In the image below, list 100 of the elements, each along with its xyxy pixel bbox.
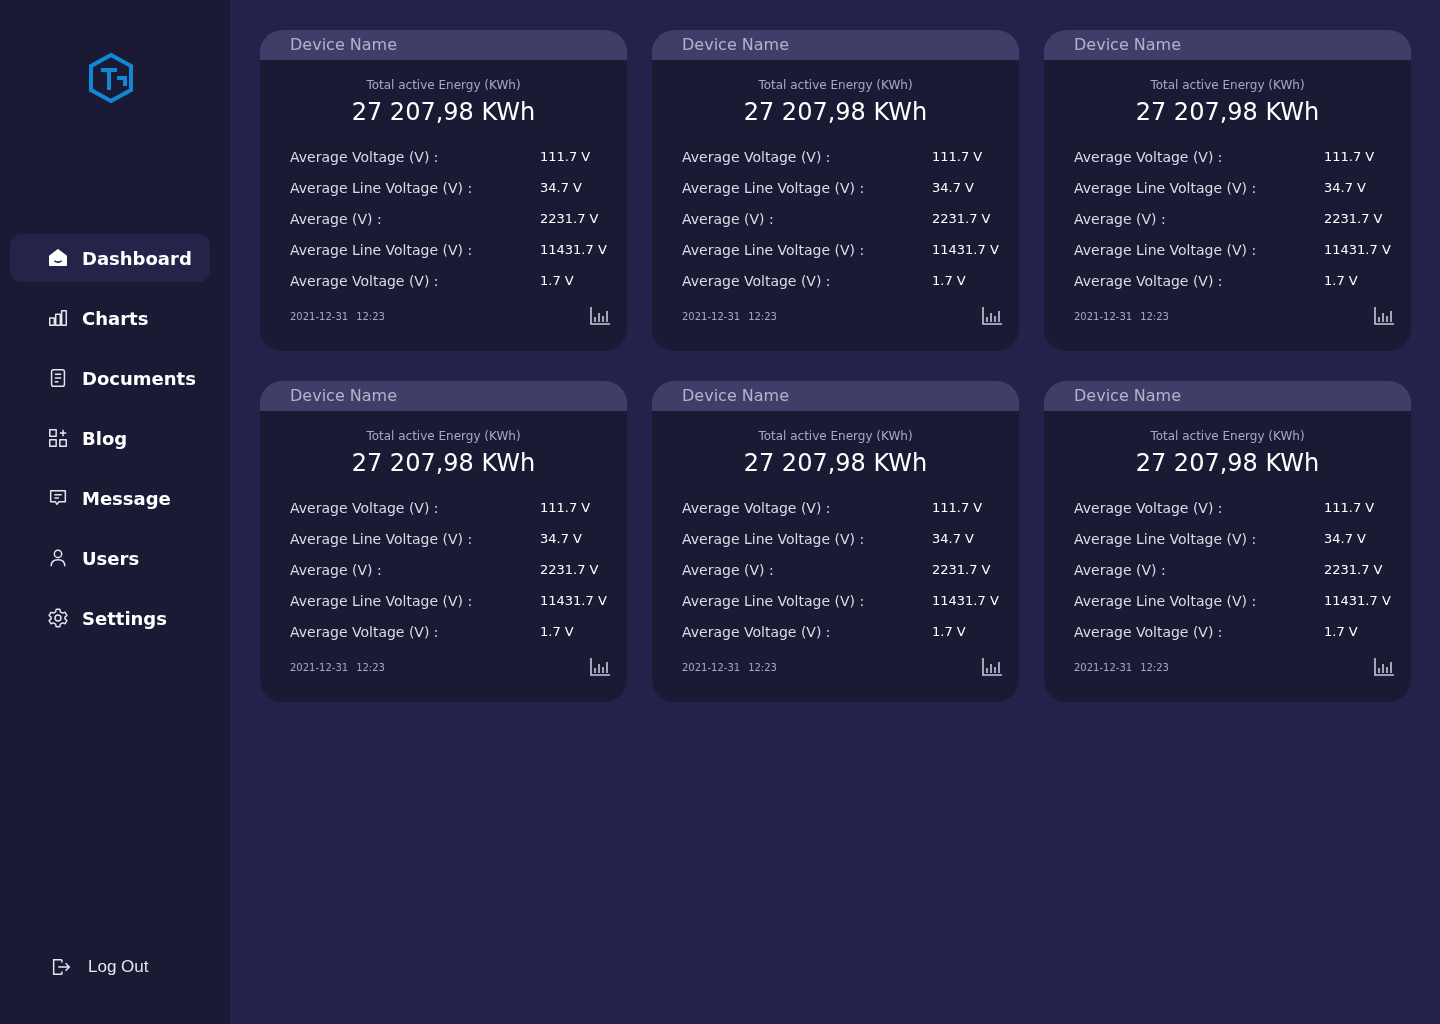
bar-chart-icon[interactable] bbox=[1374, 307, 1394, 325]
metric-label: Average Line Voltage (V) : bbox=[682, 179, 866, 196]
card-header: Device Name bbox=[260, 30, 627, 60]
energy-label: Total active Energy (KWh) bbox=[757, 78, 914, 92]
metric-value: 2231.7 V bbox=[1324, 562, 1383, 577]
metric-label: Average Voltage (V) : bbox=[290, 499, 440, 516]
metric-value: 34.7 V bbox=[540, 180, 582, 195]
card-header: Device Name bbox=[652, 381, 1019, 411]
time-text: 12:23 bbox=[748, 310, 777, 322]
metric-value: 111.7 V bbox=[1324, 149, 1375, 164]
metric-label: Average Line Voltage (V) : bbox=[1074, 530, 1258, 547]
metric-value: 111.7 V bbox=[540, 149, 591, 164]
metric-value: 11431.7 V bbox=[932, 242, 999, 257]
energy-label: Total active Energy (KWh) bbox=[365, 429, 522, 443]
metric-value: 1.7 V bbox=[932, 273, 966, 288]
metric-value: 2231.7 V bbox=[540, 562, 599, 577]
nav-item[interactable]: Blog bbox=[10, 414, 210, 462]
bar-chart-icon[interactable] bbox=[982, 307, 1002, 325]
card-header: Device Name bbox=[652, 30, 1019, 60]
energy-value: 27 207,98 KWh bbox=[742, 449, 929, 477]
metric-value: 2231.7 V bbox=[540, 211, 599, 226]
date-text: 2021-12-31 bbox=[290, 661, 349, 673]
metric-label: Average (V) : bbox=[290, 210, 383, 227]
metric-label: Average Voltage (V) : bbox=[290, 623, 440, 640]
metric-value: 111.7 V bbox=[932, 500, 983, 515]
bar-chart-icon bbox=[47, 307, 69, 329]
date-text: 2021-12-31 bbox=[1074, 661, 1133, 673]
metric-label: Average Line Voltage (V) : bbox=[290, 241, 474, 258]
energy-value: 27 207,98 KWh bbox=[1134, 449, 1321, 477]
metric-label: Average Voltage (V) : bbox=[682, 148, 832, 165]
time-text: 12:23 bbox=[356, 310, 385, 322]
energy-value: 27 207,98 KWh bbox=[350, 449, 537, 477]
metric-label: Average Voltage (V) : bbox=[682, 623, 832, 640]
card-header: Device Name bbox=[260, 381, 627, 411]
metric-label: Average Voltage (V) : bbox=[682, 272, 832, 289]
logo-icon bbox=[87, 52, 135, 104]
energy-label: Total active Energy (KWh) bbox=[757, 429, 914, 443]
logout-icon bbox=[50, 956, 72, 978]
date-text: 2021-12-31 bbox=[682, 661, 741, 673]
metric-label: Average Voltage (V) : bbox=[1074, 499, 1224, 516]
metric-value: 11431.7 V bbox=[540, 593, 607, 608]
metric-label: Average Voltage (V) : bbox=[1074, 623, 1224, 640]
nav-item[interactable]: Documents bbox=[10, 354, 210, 402]
metric-value: 34.7 V bbox=[1324, 531, 1366, 546]
metric-value: 34.7 V bbox=[932, 180, 974, 195]
energy-label: Total active Energy (KWh) bbox=[1149, 78, 1306, 92]
metric-label: Average Voltage (V) : bbox=[290, 148, 440, 165]
card-header: Device Name bbox=[1044, 381, 1411, 411]
settings-icon bbox=[47, 607, 69, 629]
metric-label: Average Voltage (V) : bbox=[1074, 148, 1224, 165]
metric-value: 1.7 V bbox=[540, 273, 574, 288]
metric-value: 111.7 V bbox=[1324, 500, 1375, 515]
metric-value: 11431.7 V bbox=[1324, 242, 1391, 257]
nav-item[interactable]: Message bbox=[10, 474, 210, 522]
card-header: Device Name bbox=[1044, 30, 1411, 60]
metric-value: 34.7 V bbox=[932, 531, 974, 546]
metric-label: Average (V) : bbox=[682, 210, 775, 227]
bar-chart-icon[interactable] bbox=[982, 658, 1002, 676]
metric-value: 1.7 V bbox=[540, 624, 574, 639]
energy-label: Total active Energy (KWh) bbox=[365, 78, 522, 92]
metric-label: Average (V) : bbox=[290, 561, 383, 578]
bar-chart-icon[interactable] bbox=[590, 307, 610, 325]
metric-label: Average Line Voltage (V) : bbox=[290, 179, 474, 196]
bar-chart-icon[interactable] bbox=[1374, 658, 1394, 676]
metric-value: 2231.7 V bbox=[932, 211, 991, 226]
bar-chart-icon[interactable] bbox=[590, 658, 610, 676]
nav-item[interactable]: Settings bbox=[10, 594, 210, 642]
energy-label: Total active Energy (KWh) bbox=[1149, 429, 1306, 443]
date-text: 2021-12-31 bbox=[290, 310, 349, 322]
metric-label: Average Line Voltage (V) : bbox=[290, 592, 474, 609]
metric-value: 111.7 V bbox=[932, 149, 983, 164]
time-text: 12:23 bbox=[748, 661, 777, 673]
metric-label: Average (V) : bbox=[1074, 210, 1167, 227]
metric-value: 34.7 V bbox=[540, 531, 582, 546]
nav-item[interactable]: Dashboard bbox=[10, 234, 210, 282]
metric-value: 2231.7 V bbox=[932, 562, 991, 577]
metric-value: 11431.7 V bbox=[932, 593, 999, 608]
nav-item[interactable]: Charts bbox=[10, 294, 210, 342]
grid-plus-icon bbox=[47, 427, 69, 449]
metric-value: 1.7 V bbox=[1324, 624, 1358, 639]
metric-label: Average (V) : bbox=[682, 561, 775, 578]
nav-item[interactable]: Users bbox=[10, 534, 210, 582]
metric-value: 2231.7 V bbox=[1324, 211, 1383, 226]
metric-label: Average Voltage (V) : bbox=[1074, 272, 1224, 289]
date-text: 2021-12-31 bbox=[1074, 310, 1133, 322]
metric-label: Average Voltage (V) : bbox=[290, 272, 440, 289]
metric-label: Average Line Voltage (V) : bbox=[682, 241, 866, 258]
logout-link[interactable]: Log Out bbox=[50, 956, 230, 978]
date-text: 2021-12-31 bbox=[682, 310, 741, 322]
metric-value: 1.7 V bbox=[1324, 273, 1358, 288]
energy-value: 27 207,98 KWh bbox=[350, 98, 537, 126]
metric-label: Average Line Voltage (V) : bbox=[682, 530, 866, 547]
time-text: 12:23 bbox=[356, 661, 385, 673]
metric-value: 34.7 V bbox=[1324, 180, 1366, 195]
metric-value: 11431.7 V bbox=[540, 242, 607, 257]
metric-value: 11431.7 V bbox=[1324, 593, 1391, 608]
metric-label: Average Line Voltage (V) : bbox=[1074, 241, 1258, 258]
home-icon bbox=[47, 247, 69, 269]
time-text: 12:23 bbox=[1140, 310, 1169, 322]
metric-label: Average Voltage (V) : bbox=[682, 499, 832, 516]
